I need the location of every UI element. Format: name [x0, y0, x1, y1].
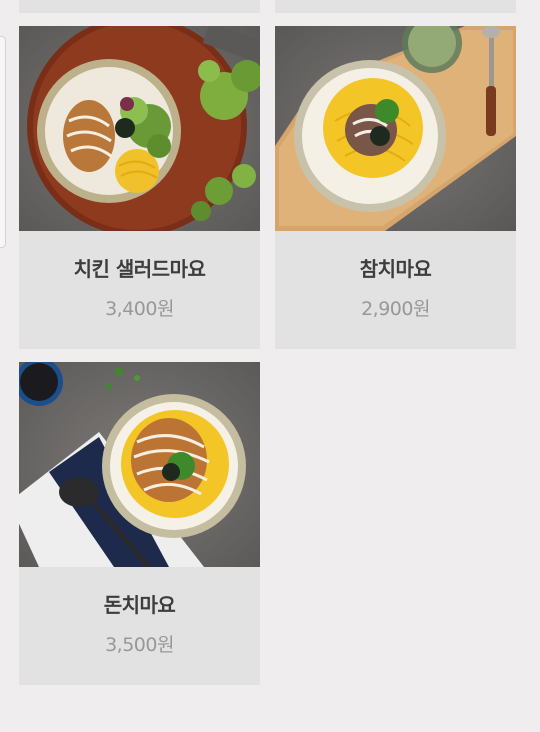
- previous-row-card-bottom-right[interactable]: [275, 0, 516, 13]
- menu-item-price: 3,500원: [105, 634, 174, 656]
- side-scroll-handle[interactable]: [0, 36, 6, 248]
- tuna-mayo-bowl-photo: [275, 26, 516, 231]
- menu-item-card[interactable]: 돈치마요 3,500원: [19, 362, 260, 685]
- menu-page: 치킨 샐러드마요 3,400원 참치마요 2,900원 돈치마요 3,500원: [0, 0, 540, 732]
- menu-item-name: 치킨 샐러드마요: [73, 257, 206, 281]
- menu-item-info: 참치마요 2,900원: [275, 231, 516, 349]
- menu-item-info: 치킨 샐러드마요 3,400원: [19, 231, 260, 349]
- menu-item-price: 2,900원: [361, 298, 430, 320]
- menu-item-name: 돈치마요: [103, 593, 176, 617]
- menu-item-card[interactable]: 참치마요 2,900원: [275, 26, 516, 349]
- previous-row-card-bottom-left[interactable]: [19, 0, 260, 13]
- menu-item-name: 참치마요: [359, 257, 432, 281]
- chicken-salad-mayo-bowl-photo: [19, 26, 260, 231]
- pork-cutlet-mayo-bowl-photo: [19, 362, 260, 567]
- menu-item-price: 3,400원: [105, 298, 174, 320]
- menu-item-info: 돈치마요 3,500원: [19, 567, 260, 685]
- menu-item-card[interactable]: 치킨 샐러드마요 3,400원: [19, 26, 260, 349]
